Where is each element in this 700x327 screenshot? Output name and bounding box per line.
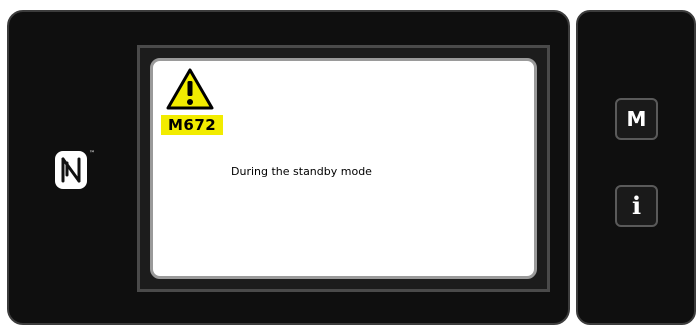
nfc-icon: ™ — [53, 145, 99, 195]
nfc-trademark: ™ — [89, 150, 95, 157]
error-code: M672 — [161, 115, 224, 135]
info-button[interactable]: i — [615, 185, 658, 227]
touch-screen[interactable]: M672 During the standby mode — [150, 58, 537, 279]
m-button[interactable]: M — [615, 98, 658, 140]
screen-bezel: M672 During the standby mode — [137, 45, 550, 292]
control-panel: ™ M672 During the standby mode — [7, 10, 570, 325]
warning-triangle-icon — [166, 68, 214, 110]
status-message: During the standby mode — [231, 165, 372, 178]
side-button-panel: M i — [576, 10, 696, 325]
